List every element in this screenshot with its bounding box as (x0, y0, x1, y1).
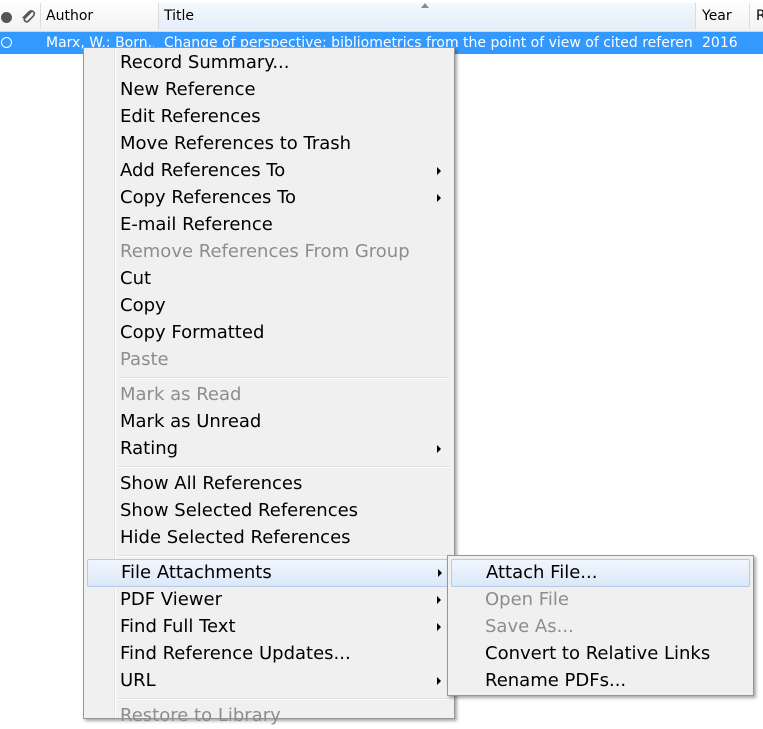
menu-item-label: Rename PDFs... (485, 670, 627, 691)
menu-item-hide-selected-references[interactable]: Hide Selected References (87, 525, 451, 551)
column-divider[interactable] (40, 3, 41, 29)
menu-item-pdf-viewer[interactable]: PDF Viewer (87, 587, 451, 613)
menu-item-restore-to-library: Restore to Library (87, 703, 451, 729)
reference-list-header: Author Title Year R (0, 0, 763, 32)
menu-item-label: Cut (120, 268, 152, 289)
submenu-arrow-icon (438, 569, 442, 577)
menu-separator (118, 466, 450, 468)
menu-item-copy-formatted[interactable]: Copy Formatted (87, 320, 451, 346)
menu-item-mark-as-unread[interactable]: Mark as Unread (87, 409, 451, 435)
menu-item-label: New Reference (120, 79, 256, 100)
menu-item-copy-references-to[interactable]: Copy References To (87, 185, 451, 211)
menu-item-show-selected-references[interactable]: Show Selected References (87, 498, 451, 524)
submenu-arrow-icon (437, 623, 441, 631)
column-header-title[interactable]: Title (164, 3, 194, 29)
menu-item-label: Hide Selected References (120, 527, 351, 548)
menu-item-label: PDF Viewer (120, 589, 222, 610)
context-menu: Record Summary... New Reference Edit Ref… (83, 47, 455, 726)
menu-item-find-reference-updates[interactable]: Find Reference Updates... (87, 641, 451, 667)
column-divider[interactable] (158, 3, 159, 29)
menu-item-file-attachments[interactable]: File Attachments (87, 559, 453, 587)
menu-item-label: File Attachments (121, 562, 272, 583)
menu-item-edit-references[interactable]: Edit References (87, 104, 451, 130)
submenu-item-convert-to-relative-links[interactable]: Convert to Relative Links (451, 641, 748, 667)
menu-item-show-all-references[interactable]: Show All References (87, 471, 451, 497)
menu-item-label: Restore to Library (120, 705, 281, 726)
menu-item-url[interactable]: URL (87, 668, 451, 694)
menu-item-label: Mark as Unread (120, 411, 262, 432)
menu-item-copy[interactable]: Copy (87, 293, 451, 319)
menu-item-label: Copy References To (120, 187, 297, 208)
menu-item-label: Copy Formatted (120, 322, 265, 343)
submenu-item-rename-pdfs[interactable]: Rename PDFs... (451, 668, 748, 694)
column-header-author[interactable]: Author (46, 3, 93, 29)
menu-item-label: Show All References (120, 473, 303, 494)
menu-item-move-to-trash[interactable]: Move References to Trash (87, 131, 451, 157)
menu-item-label: Open File (485, 589, 569, 610)
sort-ascending-icon (421, 3, 429, 8)
menu-item-label: Attach File... (486, 562, 598, 583)
menu-item-email-reference[interactable]: E-mail Reference (87, 212, 451, 238)
menu-item-cut[interactable]: Cut (87, 266, 451, 292)
menu-item-remove-from-group: Remove References From Group (87, 239, 451, 265)
menu-item-label: Remove References From Group (120, 241, 410, 262)
menu-item-mark-as-read: Mark as Read (87, 382, 451, 408)
menu-item-label: Copy (120, 295, 166, 316)
menu-item-label: Convert to Relative Links (485, 643, 711, 664)
menu-item-add-references-to[interactable]: Add References To (87, 158, 451, 184)
menu-item-label: Add References To (120, 160, 286, 181)
menu-item-new-reference[interactable]: New Reference (87, 77, 451, 103)
menu-item-label: Paste (120, 349, 169, 370)
menu-item-label: Record Summary... (120, 52, 290, 73)
column-header-year[interactable]: Year (702, 3, 732, 29)
menu-item-rating[interactable]: Rating (87, 436, 451, 462)
column-divider[interactable] (749, 3, 750, 29)
submenu-arrow-icon (437, 445, 441, 453)
submenu-item-attach-file[interactable]: Attach File... (451, 559, 750, 587)
menu-item-label: E-mail Reference (120, 214, 273, 235)
menu-item-label: Move References to Trash (120, 133, 352, 154)
menu-separator (118, 377, 450, 379)
submenu-arrow-icon (437, 596, 441, 604)
row-year: 2016 (702, 35, 738, 51)
column-divider[interactable] (695, 3, 696, 29)
menu-item-paste: Paste (87, 347, 451, 373)
menu-item-label: Edit References (120, 106, 261, 127)
menu-item-find-full-text[interactable]: Find Full Text (87, 614, 451, 640)
menu-separator (118, 698, 450, 700)
submenu-arrow-icon (437, 194, 441, 202)
menu-item-label: Save As... (485, 616, 574, 637)
unread-ring-icon[interactable] (1, 37, 12, 48)
menu-item-label: URL (120, 670, 156, 691)
menu-item-label: Mark as Read (120, 384, 242, 405)
paperclip-icon[interactable] (19, 8, 37, 26)
menu-separator (118, 555, 450, 557)
column-header-rating[interactable]: R (756, 3, 763, 29)
menu-item-label: Find Reference Updates... (120, 643, 351, 664)
submenu-item-open-file: Open File (451, 587, 748, 613)
submenu-item-save-as: Save As... (451, 614, 748, 640)
submenu-arrow-icon (437, 677, 441, 685)
menu-item-label: Rating (120, 438, 179, 459)
menu-item-label: Find Full Text (120, 616, 236, 637)
read-status-dot-icon[interactable] (1, 12, 12, 23)
menu-item-record-summary[interactable]: Record Summary... (87, 50, 451, 76)
submenu-arrow-icon (437, 167, 441, 175)
file-attachments-submenu: Attach File... Open File Save As... Conv… (447, 555, 754, 696)
menu-item-label: Show Selected References (120, 500, 359, 521)
